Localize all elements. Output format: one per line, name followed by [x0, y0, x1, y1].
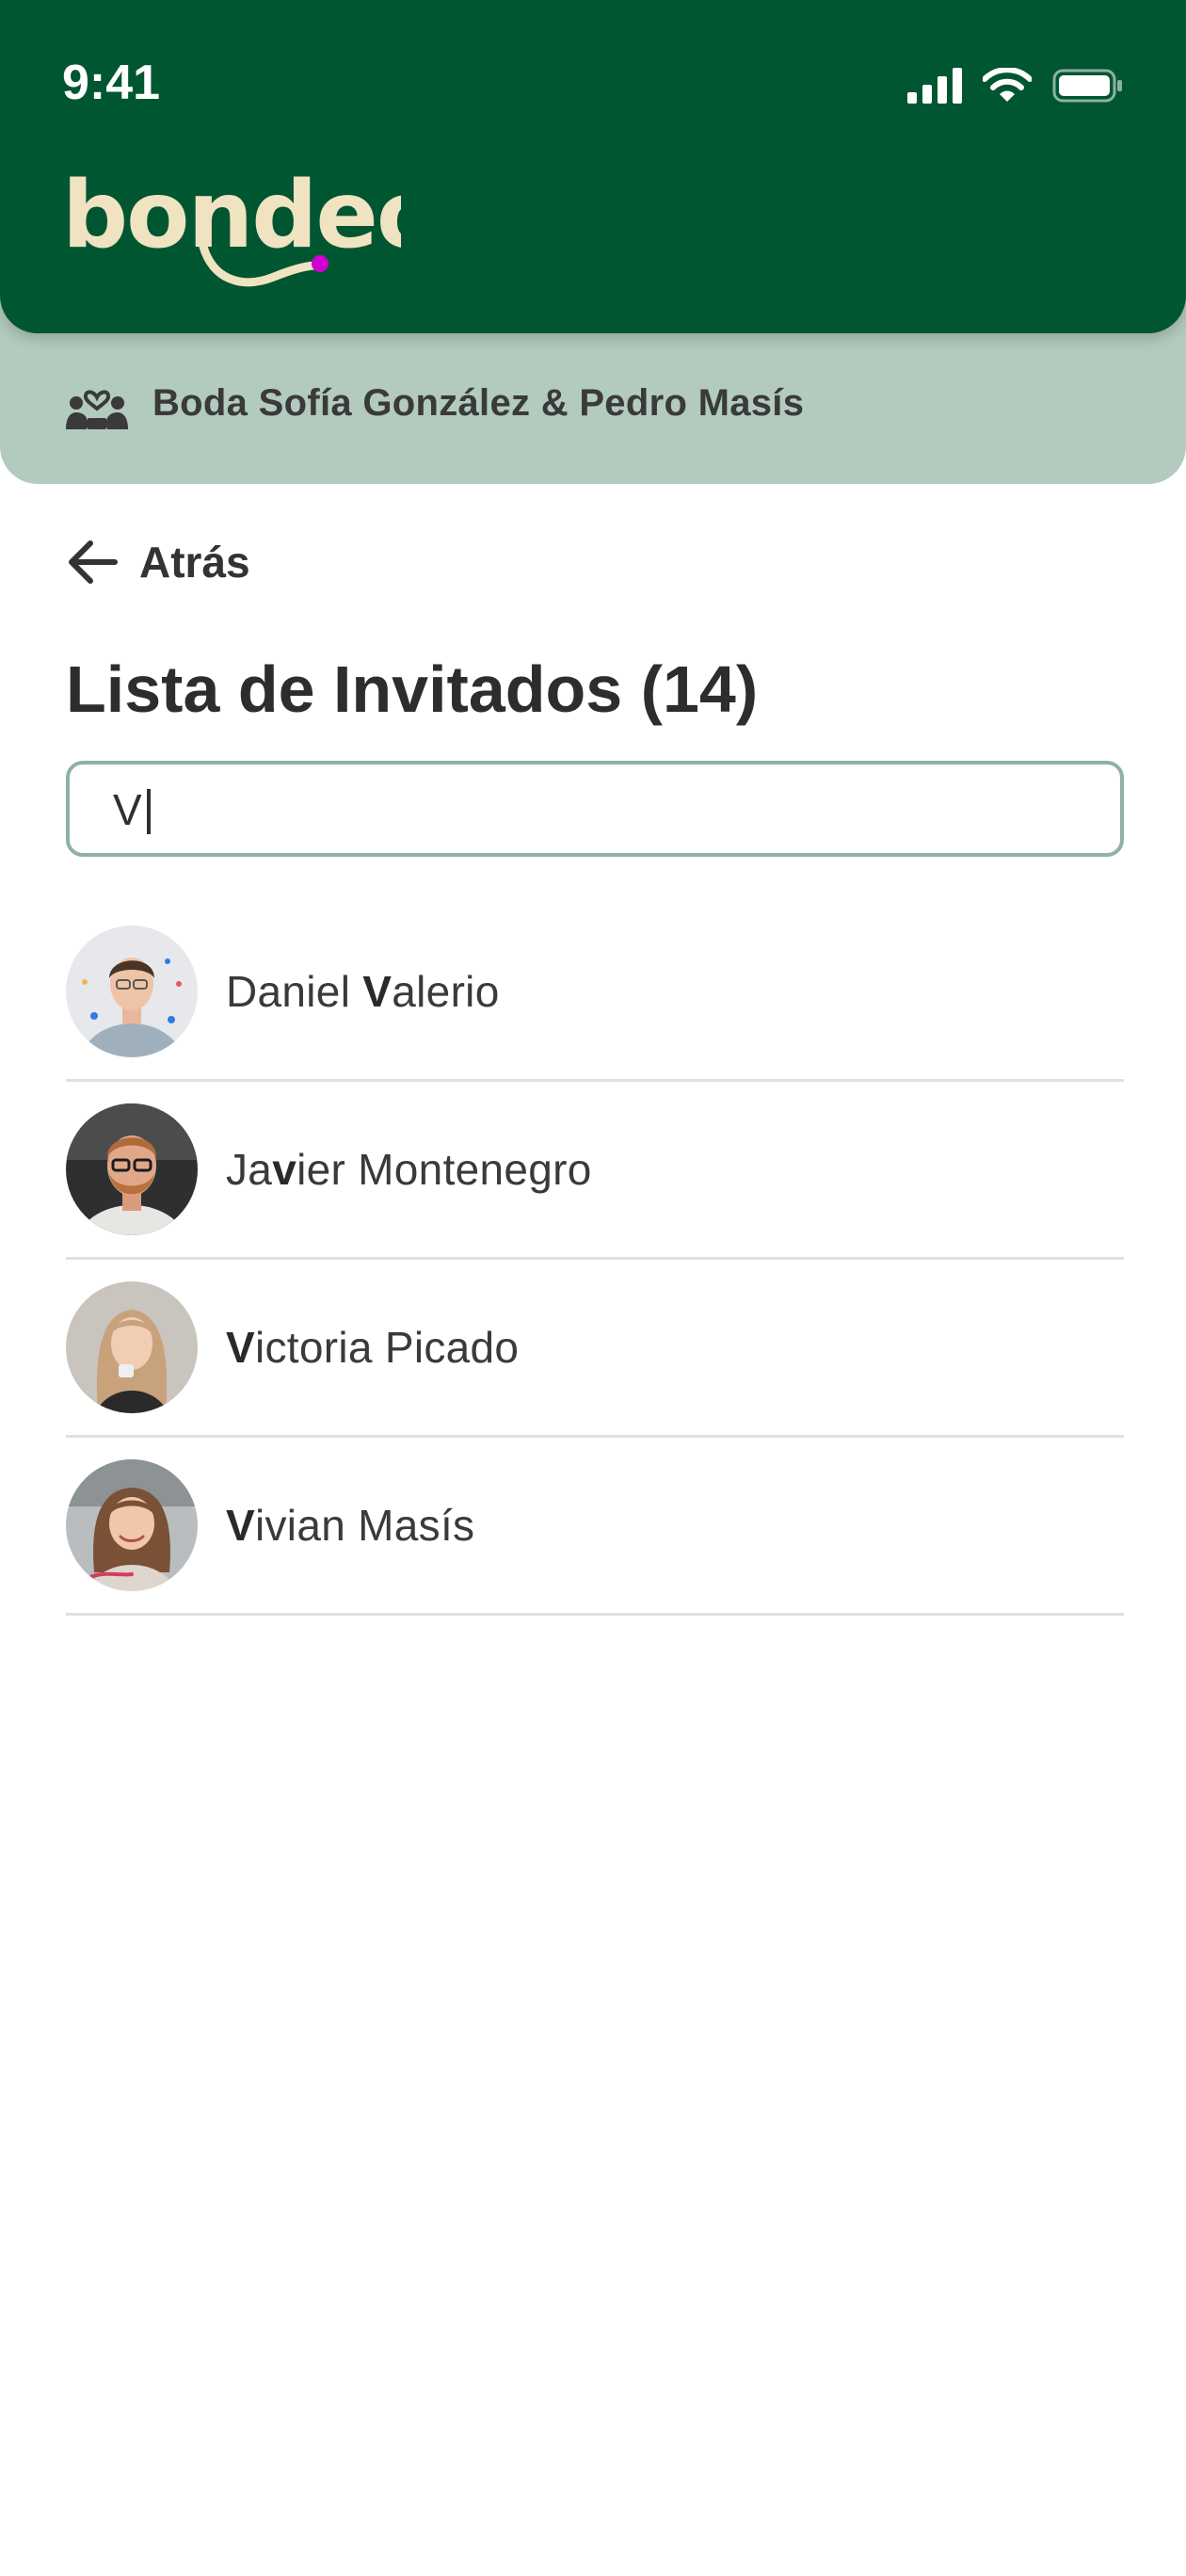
status-time: 9:41: [62, 56, 161, 110]
bondeo-logo: bondeo: [62, 168, 401, 287]
status-icons: [907, 68, 1124, 104]
guest-list: Daniel Valerio Javier Montenegro Victori…: [66, 904, 1124, 1616]
search-match: v: [272, 1145, 297, 1194]
back-button[interactable]: Atrás: [68, 537, 250, 588]
logo-text: bondeo: [62, 168, 401, 269]
back-label: Atrás: [139, 538, 250, 587]
avatar: [66, 1459, 198, 1591]
app-header: 9:41 bondeo: [0, 0, 1186, 333]
guest-name: Javier Montenegro: [226, 1145, 592, 1194]
guest-name: Victoria Picado: [226, 1323, 520, 1372]
search-match: V: [362, 967, 393, 1016]
guest-row[interactable]: Victoria Picado: [66, 1260, 1124, 1438]
search-input[interactable]: [111, 765, 962, 855]
guest-row[interactable]: Javier Montenegro: [66, 1082, 1124, 1260]
event-title: Boda Sofía González & Pedro Masís: [152, 381, 805, 424]
text-caret: [147, 789, 151, 834]
guest-row[interactable]: Vivian Masís: [66, 1438, 1124, 1616]
event-row: Boda Sofía González & Pedro Masís: [66, 377, 804, 429]
search-box[interactable]: [66, 761, 1124, 857]
page-title: Lista de Invitados (14): [66, 652, 759, 726]
cellular-signal-icon: [907, 68, 962, 104]
guest-row[interactable]: Daniel Valerio: [66, 904, 1124, 1082]
search-match: V: [226, 1323, 255, 1372]
couple-heart-icon: [66, 390, 128, 429]
arrow-left-icon: [69, 540, 118, 584]
wifi-icon: [983, 68, 1032, 102]
guest-name: Vivian Masís: [226, 1501, 475, 1550]
avatar: [66, 1103, 198, 1235]
battery-icon: [1052, 69, 1122, 103]
search-match: V: [226, 1501, 255, 1550]
avatar: [66, 1281, 198, 1413]
avatar: [66, 926, 198, 1057]
guest-name: Daniel Valerio: [226, 967, 500, 1016]
